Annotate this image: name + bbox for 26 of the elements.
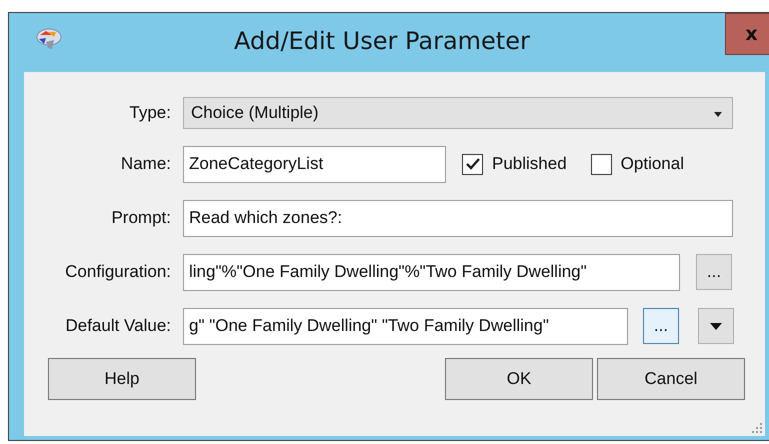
- dialog-button[interactable]: Cancel: [597, 358, 745, 400]
- dialog-button[interactable]: OK: [445, 358, 593, 400]
- caret-icon: [710, 322, 722, 330]
- browse-button[interactable]: ...: [696, 254, 732, 290]
- checkbox-label: Optional: [620, 154, 684, 174]
- browse-button[interactable]: ...: [643, 308, 679, 344]
- dialog-button[interactable]: Help: [48, 358, 196, 400]
- caret-icon: [714, 112, 722, 116]
- value-field[interactable]: ling"%"One Family Dwelling"%"Two Family Dwelling": [183, 254, 680, 290]
- resize-grip-icon: [751, 422, 763, 434]
- checkbox[interactable]: [462, 154, 483, 174]
- field-label: Default Value:: [64, 316, 172, 336]
- prompt-field[interactable]: Read which zones?:: [183, 200, 733, 236]
- checkbox[interactable]: [590, 154, 612, 174]
- field-label: Prompt:: [110, 208, 172, 228]
- window-title: Add/Edit User Parameter: [234, 27, 530, 55]
- type-dropdown[interactable]: Choice (Multiple): [183, 97, 733, 129]
- field-label: Configuration:: [64, 262, 172, 282]
- value-field[interactable]: g" "One Family Dwelling" "Two Family Dwelling": [183, 308, 628, 344]
- app-icon: [34, 26, 64, 52]
- field-label: Name:: [120, 154, 172, 174]
- name-field[interactable]: ZoneCategoryList: [183, 146, 446, 182]
- checkbox-label: Published: [492, 154, 567, 174]
- close-button[interactable]: x: [725, 13, 769, 55]
- field-label: Type:: [128, 103, 172, 123]
- dropdown-button[interactable]: [698, 308, 734, 344]
